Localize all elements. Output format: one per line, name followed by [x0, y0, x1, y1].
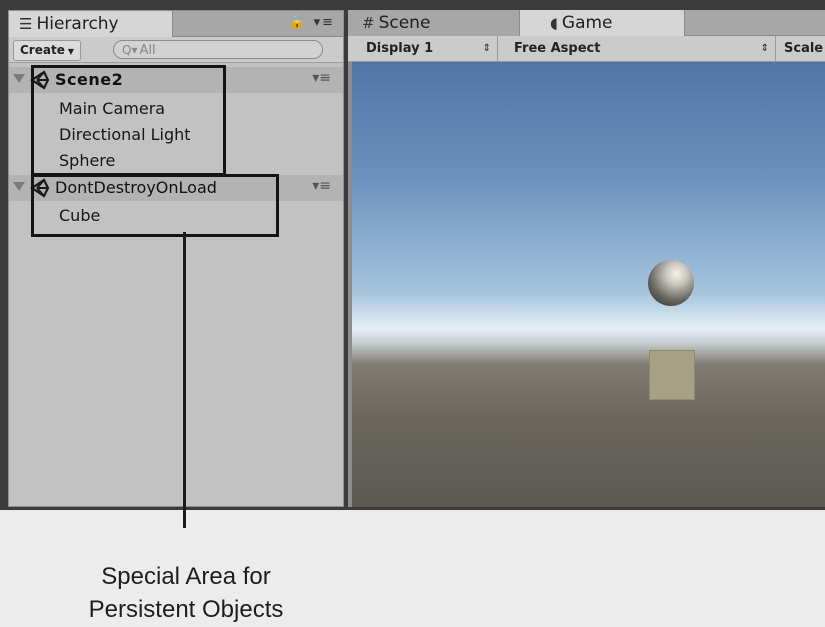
fold-arrow-icon[interactable] — [13, 182, 25, 191]
menu-icon[interactable]: ▾≡ — [312, 70, 331, 86]
callout-leader-line — [183, 232, 186, 528]
callout-box-scene2 — [31, 65, 226, 176]
hierarchy-toolbar: Create ▼ Q▾ All — [9, 37, 343, 63]
aspect-dropdown[interactable]: Free Aspect ⇕ — [506, 36, 776, 61]
scale-label: Scale — [784, 41, 824, 56]
search-icon: Q▾ — [122, 43, 138, 57]
cube-object — [649, 350, 695, 400]
fold-arrow-icon[interactable] — [13, 74, 25, 83]
caption-line-2: Persistent Objects — [88, 596, 284, 623]
chevron-down-icon: ▼ — [67, 47, 74, 56]
display-dropdown[interactable]: Display 1 ⇕ — [358, 36, 498, 61]
search-input[interactable]: Q▾ All — [113, 40, 323, 59]
game-panel: # Scene ◖ Game Display 1 ⇕ Free Aspect ⇕ S… — [348, 10, 825, 507]
display-label: Display 1 — [366, 41, 434, 56]
tab-game[interactable]: ◖ Game — [520, 10, 685, 36]
search-placeholder: All — [139, 43, 156, 58]
game-toolbar: Display 1 ⇕ Free Aspect ⇕ Scale — [348, 36, 825, 62]
hash-icon: # — [362, 14, 375, 32]
updown-icon: ⇕ — [482, 43, 491, 54]
list-icon: ☰ — [19, 15, 33, 33]
updown-icon: ⇕ — [760, 43, 769, 54]
lock-icon[interactable]: 🔒 ▾≡ — [289, 15, 335, 30]
game-tabstrip: # Scene ◖ Game — [348, 10, 825, 36]
callout-box-persistent — [31, 174, 279, 237]
scale-control[interactable]: Scale — [776, 36, 825, 61]
menu-icon[interactable]: ▾≡ — [312, 178, 331, 194]
annotation-caption: Special Area for Persistent Objects — [36, 560, 336, 626]
aspect-label: Free Aspect — [514, 41, 601, 56]
game-viewport[interactable] — [352, 62, 825, 507]
tab-scene-label: Scene — [378, 13, 431, 33]
caption-line-1: Special Area for — [101, 563, 271, 590]
pacman-icon: ◖ — [550, 14, 558, 32]
sphere-object — [648, 260, 694, 306]
tab-scene[interactable]: # Scene — [348, 10, 520, 36]
tab-game-label: Game — [561, 13, 613, 33]
hierarchy-tabstrip: ☰ Hierarchy 🔒 ▾≡ — [9, 11, 343, 37]
create-button[interactable]: Create ▼ — [13, 40, 81, 61]
tab-hierarchy[interactable]: ☰ Hierarchy — [9, 11, 173, 37]
create-button-label: Create — [20, 43, 65, 57]
tab-hierarchy-label: Hierarchy — [36, 14, 119, 34]
